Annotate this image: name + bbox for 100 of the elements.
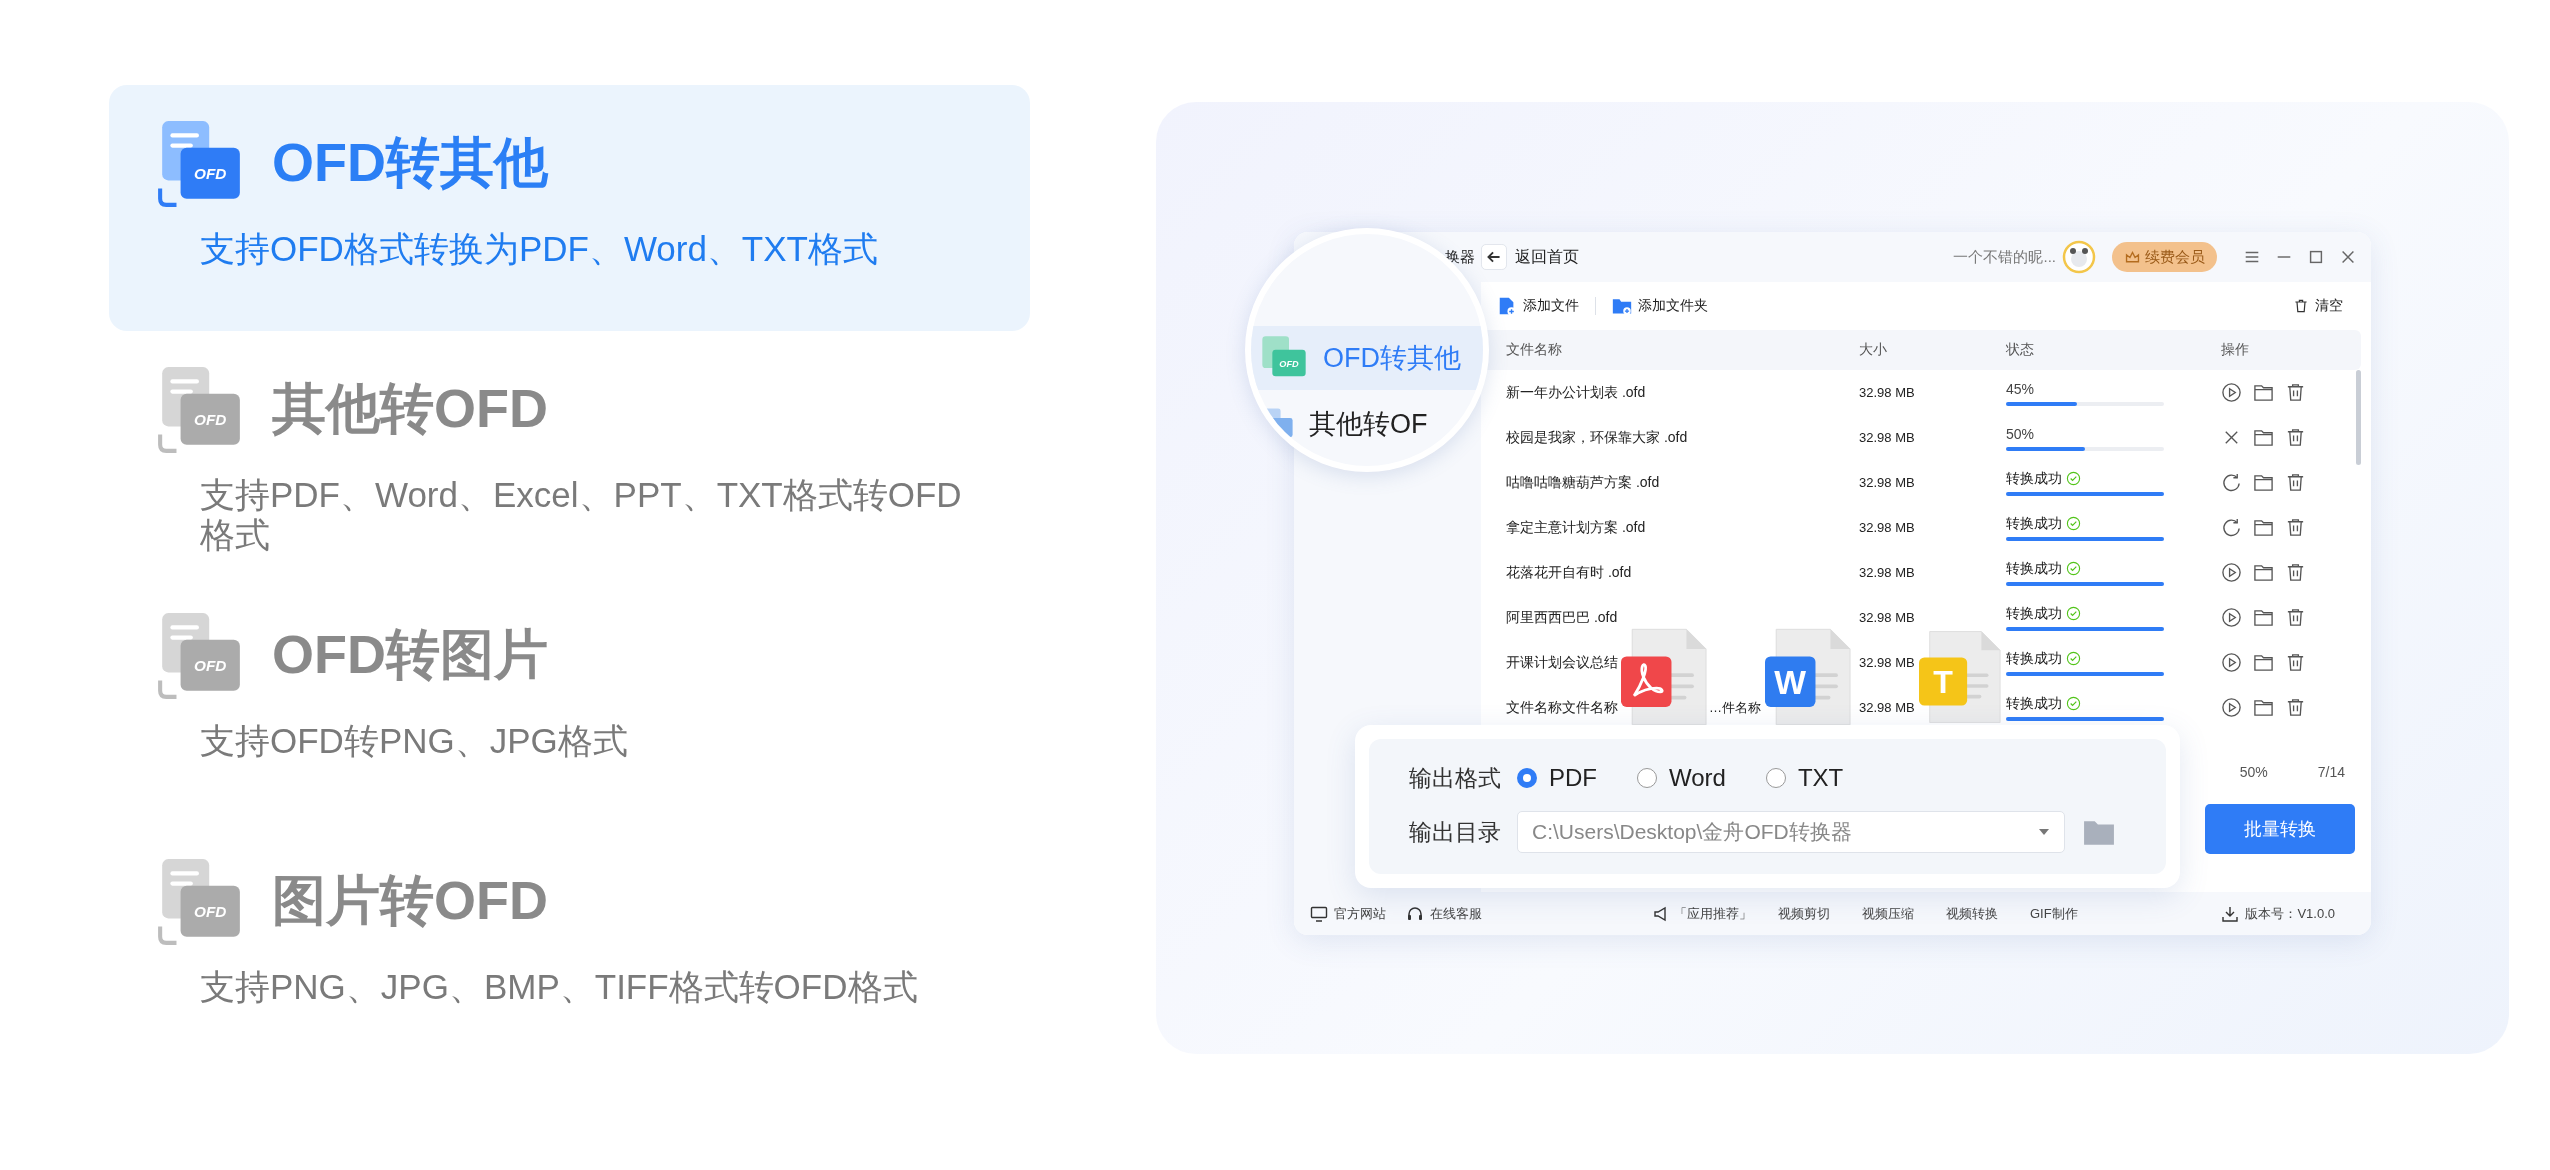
feature-item[interactable]: OFD OFD转其他 支持OFD格式转换为PDF、Word、TXT格式 bbox=[109, 85, 1030, 331]
status-text: 转换成功 bbox=[2006, 559, 2062, 578]
feature-item[interactable]: OFD 图片转OFD 支持PNG、JPG、BMP、TIFF格式转OFD格式 bbox=[109, 823, 1030, 1069]
trash-icon[interactable] bbox=[2285, 652, 2306, 673]
status-text: 45% bbox=[2006, 380, 2035, 397]
check-icon bbox=[2066, 471, 2081, 486]
file-name: 新一年办公计划表 .ofd bbox=[1506, 383, 1646, 402]
radio-dot[interactable] bbox=[1517, 768, 1537, 788]
progress-percent: 50% bbox=[2239, 764, 2268, 780]
folder-icon[interactable] bbox=[2253, 517, 2274, 538]
play-icon[interactable] bbox=[2221, 382, 2242, 403]
feature-title: 其他转OFD bbox=[272, 376, 548, 440]
sidebar-label: 其他转OF bbox=[1309, 408, 1428, 441]
file-size: 32.98 MB bbox=[1859, 475, 1916, 490]
trash-icon[interactable] bbox=[2285, 697, 2306, 718]
check-icon bbox=[2066, 606, 2081, 621]
folder-icon[interactable] bbox=[2253, 607, 2274, 628]
check-icon bbox=[2066, 696, 2081, 711]
file-name: 文件名称文件名称 bbox=[1506, 698, 1618, 717]
feature-description: 支持PDF、Word、Excel、PPT、TXT格式转OFD格式 bbox=[200, 475, 963, 556]
feature-description: 支持PNG、JPG、BMP、TIFF格式转OFD格式 bbox=[200, 967, 919, 1008]
check-icon bbox=[2066, 651, 2081, 666]
file-name: 拿定主意计划方案 .ofd bbox=[1506, 518, 1646, 537]
radio-dot[interactable] bbox=[1637, 768, 1657, 788]
status-text: 转换成功 bbox=[2006, 694, 2062, 713]
user-name[interactable]: 一个不错的昵... bbox=[1953, 247, 2056, 267]
footer-link[interactable]: 在线客服 bbox=[1406, 904, 1482, 923]
status-text: 转换成功 bbox=[2006, 469, 2062, 488]
format-radio[interactable]: TXT bbox=[1765, 764, 1844, 792]
output-format-label: 输出格式 bbox=[1409, 763, 1501, 793]
play-icon[interactable] bbox=[2221, 652, 2242, 673]
recommend-link[interactable]: 「应用推荐」 bbox=[1652, 904, 1752, 923]
directory-dropdown[interactable]: C:\Users\Desktop\金舟OFD转换器 bbox=[1517, 811, 2065, 853]
trash-icon[interactable] bbox=[2285, 517, 2306, 538]
file-size: 32.98 MB bbox=[1859, 430, 1916, 445]
close-icon[interactable] bbox=[2339, 248, 2357, 266]
footer-link[interactable]: 视频压缩 bbox=[1862, 904, 1914, 923]
output-directory-label: 输出目录 bbox=[1409, 817, 1501, 847]
file-size: 32.98 MB bbox=[1859, 565, 1916, 580]
file-size: 32.98 MB bbox=[1859, 385, 1916, 400]
feature-item[interactable]: OFD OFD转图片 支持OFD转PNG、JPG格式 bbox=[109, 577, 1030, 823]
trash-icon[interactable] bbox=[2285, 427, 2306, 448]
format-radio[interactable]: PDF bbox=[1517, 764, 1597, 792]
file-count: 7/14 bbox=[2317, 764, 2345, 780]
feature-title: 图片转OFD bbox=[272, 868, 548, 932]
footer-link[interactable]: 视频转换 bbox=[1946, 904, 1998, 923]
trash-icon[interactable] bbox=[2285, 607, 2306, 628]
add-folder-button[interactable]: 添加文件夹 bbox=[1608, 296, 1712, 316]
refresh-icon[interactable] bbox=[2221, 517, 2242, 538]
file-name: 校园是我家，环保靠大家 .ofd bbox=[1506, 428, 1688, 447]
add-file-button[interactable]: 添加文件 bbox=[1493, 296, 1583, 316]
refresh-icon[interactable] bbox=[2221, 472, 2242, 493]
feature-item[interactable]: OFD 其他转OFD 支持PDF、Word、Excel、PPT、TXT格式转OFD格式 bbox=[109, 331, 1030, 577]
folder-add-icon bbox=[1612, 296, 1632, 316]
file-name: 阿里西西巴巴 .ofd bbox=[1506, 608, 1618, 627]
caret-icon bbox=[2038, 828, 2050, 836]
feature-description: 支持OFD格式转换为PDF、Word、TXT格式 bbox=[200, 229, 879, 270]
format-radio[interactable]: Word bbox=[1637, 764, 1726, 792]
folder-icon[interactable] bbox=[2253, 652, 2274, 673]
monitor-icon bbox=[1310, 904, 1328, 923]
trash-icon[interactable] bbox=[2285, 472, 2306, 493]
file-size: 32.98 MB bbox=[1859, 655, 1916, 670]
file-add-icon bbox=[1497, 296, 1517, 316]
status-text: 转换成功 bbox=[2006, 514, 2062, 533]
feature-title: OFD转图片 bbox=[272, 622, 548, 686]
avatar-icon[interactable] bbox=[2062, 240, 2096, 274]
folder-icon[interactable] bbox=[2253, 382, 2274, 403]
column-header: 状态 bbox=[2006, 341, 2035, 359]
play-icon[interactable] bbox=[2221, 607, 2242, 628]
sidebar-label: OFD转其他 bbox=[1323, 342, 1461, 375]
clear-button[interactable]: 清空 bbox=[2289, 297, 2347, 315]
play-icon[interactable] bbox=[2221, 562, 2242, 583]
status-text: 转换成功 bbox=[2006, 649, 2062, 668]
folder-icon[interactable] bbox=[2253, 697, 2274, 718]
file-name-fragment: …件名称 bbox=[1709, 698, 1761, 717]
file-size: 32.98 MB bbox=[1859, 700, 1916, 715]
maximize-icon[interactable] bbox=[2307, 248, 2325, 266]
file-size: 32.98 MB bbox=[1859, 610, 1916, 625]
footer-link[interactable]: GIF制作 bbox=[2030, 904, 2078, 923]
trash-icon[interactable] bbox=[2285, 562, 2306, 583]
sidebar-item[interactable]: 其他转OF bbox=[1251, 404, 1483, 444]
status-text: 50% bbox=[2006, 425, 2035, 442]
back-button[interactable] bbox=[1481, 244, 1507, 270]
play-icon[interactable] bbox=[2221, 697, 2242, 718]
file-size: 32.98 MB bbox=[1859, 520, 1916, 535]
folder-icon[interactable] bbox=[2253, 472, 2274, 493]
version-label: 版本号：V1.0.0 bbox=[2221, 904, 2335, 923]
convert-button[interactable]: 批量转换 bbox=[2205, 804, 2355, 854]
trash-icon bbox=[2293, 298, 2309, 314]
radio-dot[interactable] bbox=[1765, 768, 1786, 788]
back-link[interactable]: 返回首页 bbox=[1515, 246, 1579, 268]
trash-icon[interactable] bbox=[2285, 382, 2306, 403]
folder-icon[interactable] bbox=[2253, 562, 2274, 583]
folder-icon[interactable] bbox=[2253, 427, 2274, 448]
check-icon bbox=[2066, 561, 2081, 576]
check-icon bbox=[2066, 516, 2081, 531]
headset-icon bbox=[1406, 904, 1424, 923]
footer-link[interactable]: 官方网站 bbox=[1310, 904, 1386, 923]
footer-link[interactable]: 视频剪切 bbox=[1778, 904, 1830, 923]
scrollbar[interactable] bbox=[2356, 370, 2361, 465]
